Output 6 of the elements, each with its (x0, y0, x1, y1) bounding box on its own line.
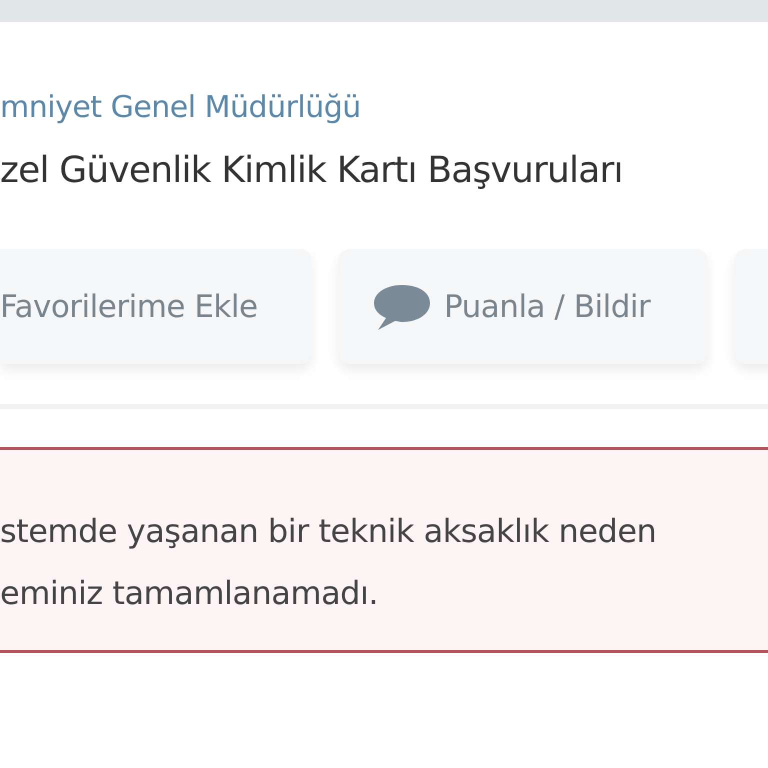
rate-button[interactable]: Puanla / Bildir (338, 249, 708, 364)
service-title: zel Güvenlik Kimlik Kartı Başvuruları (0, 149, 624, 193)
favorite-button[interactable]: Favorilerime Ekle (0, 249, 312, 364)
error-message: stemde yaşanan bir teknik aksaklık neden (0, 511, 658, 552)
error-message: eminiz tamamlanamadı. (0, 573, 380, 614)
agency-name: mniyet Genel Müdürlüğü (0, 89, 362, 127)
